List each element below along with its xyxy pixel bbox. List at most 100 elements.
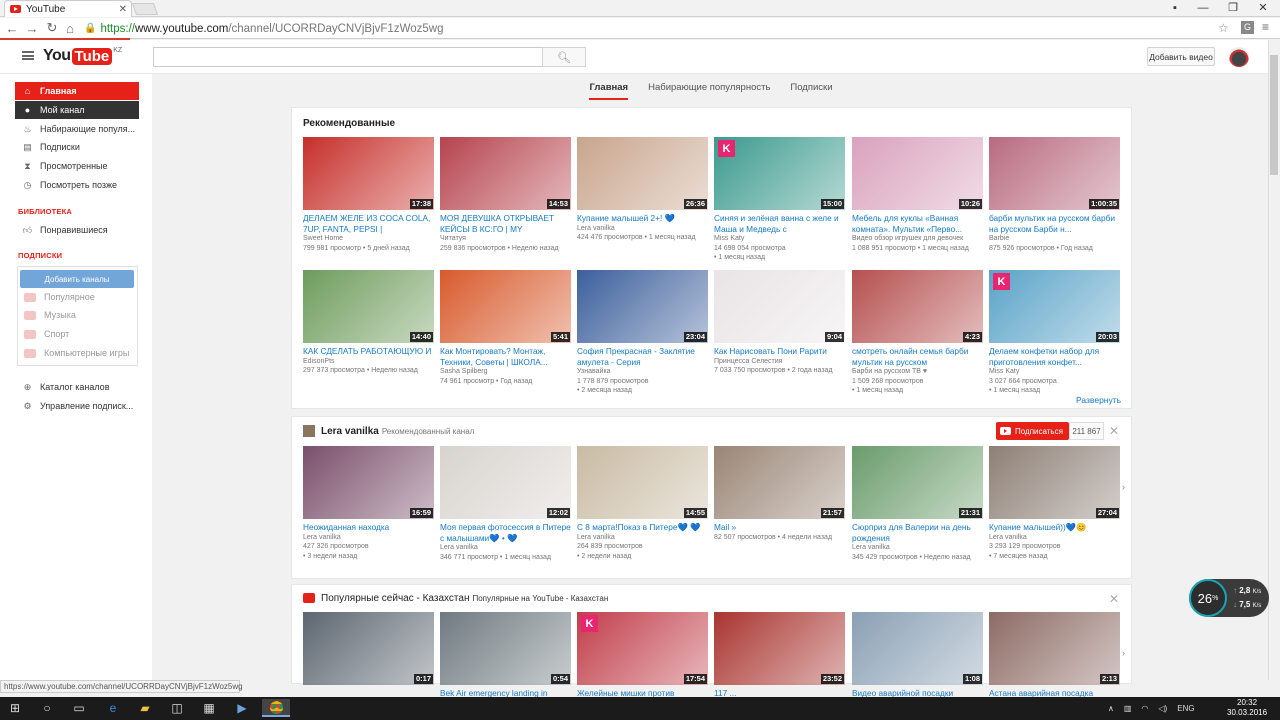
taskbar-search-icon[interactable]: ○ bbox=[38, 699, 56, 717]
channel-title[interactable]: Lera vanilka Рекомендованный канал bbox=[321, 426, 474, 437]
video-thumbnail[interactable]: 4:23 bbox=[852, 270, 983, 343]
video-tile[interactable]: 16:59 Неожиданная находка Lera vanilka 427 … bbox=[303, 446, 434, 561]
media-app-icon[interactable]: ▶ bbox=[233, 699, 251, 717]
video-tile[interactable]: 1:08 Видео аварийной посадки bbox=[852, 612, 983, 699]
video-channel[interactable]: Видео обзор игрушек для девочек bbox=[852, 234, 983, 244]
video-thumbnail[interactable]: 10:26 bbox=[852, 137, 983, 210]
video-tile[interactable]: 4:23 смотреть онлайн семья барби мультик … bbox=[852, 270, 983, 396]
video-title[interactable]: Делаем конфетки набор для приготовления … bbox=[989, 346, 1120, 367]
scrollbar-thumb[interactable] bbox=[1270, 55, 1278, 175]
video-thumbnail[interactable]: 27:04 bbox=[989, 446, 1120, 519]
video-channel[interactable]: Miss Katy bbox=[714, 234, 845, 244]
new-tab-button[interactable] bbox=[131, 3, 159, 15]
home-icon[interactable]: ⌂ bbox=[62, 20, 78, 36]
video-thumbnail[interactable]: 5:41 bbox=[440, 270, 571, 343]
video-channel[interactable]: Sweet Home bbox=[303, 234, 434, 244]
video-title[interactable]: МОЯ ДЕВУШКА ОТКРЫВАЕТ КЕЙСЫ В КС:ГО | MY bbox=[440, 213, 571, 234]
user-profile-icon[interactable]: ▪ bbox=[1161, 0, 1189, 15]
chrome-taskbar-icon[interactable] bbox=[262, 699, 290, 717]
video-tile[interactable]: 14:40 КАК СДЕЛАТЬ РАБОТАЮЩУЮ И EdisonPts 29… bbox=[303, 270, 434, 376]
tab-subscriptions[interactable]: Подписки bbox=[790, 74, 832, 100]
video-channel[interactable]: Sasha Spilberg bbox=[440, 367, 571, 377]
subscribe-button[interactable]: Подписаться bbox=[996, 422, 1069, 440]
tab-home[interactable]: Главная bbox=[589, 74, 629, 100]
search-button[interactable]: 🔍︎ bbox=[542, 47, 586, 67]
video-tile[interactable]: 12:02 Моя первая фотосессия в Питере с ма… bbox=[440, 446, 571, 562]
video-tile[interactable]: K 15:00 Синяя и зелёная ванна с желе и Маш… bbox=[714, 137, 845, 263]
video-thumbnail[interactable]: 1:00:35 bbox=[989, 137, 1120, 210]
video-title[interactable]: Купание малышей))💙😊 bbox=[989, 522, 1120, 533]
video-tile[interactable]: K 20:03 Делаем конфетки набор для приготов… bbox=[989, 270, 1120, 396]
channel-avatar[interactable] bbox=[303, 425, 315, 437]
video-thumbnail[interactable]: K 17:54 bbox=[577, 612, 708, 685]
video-channel[interactable]: Lera vanilka bbox=[577, 533, 708, 543]
video-thumbnail[interactable]: 1:08 bbox=[852, 612, 983, 685]
video-title[interactable]: КАК СДЕЛАТЬ РАБОТАЮЩУЮ И bbox=[303, 346, 434, 357]
video-tile[interactable]: 1:00:35 барби мультик на русском барби на… bbox=[989, 137, 1120, 253]
video-tile[interactable]: 14:55 С 8 марта!Показ в Питере💙 💙 Lera van… bbox=[577, 446, 708, 561]
video-channel[interactable]: Lera vanilka bbox=[440, 543, 571, 553]
minimize-button[interactable]: — bbox=[1189, 0, 1217, 15]
volume-icon[interactable]: ◁) bbox=[1158, 704, 1167, 713]
video-title[interactable]: ДЕЛАЕМ ЖЕЛЕ ИЗ COCA COLA, 7UP, FANTA, PE… bbox=[303, 213, 434, 234]
channel-name[interactable]: Lera vanilka bbox=[321, 426, 379, 437]
tab-close-icon[interactable]: ✕ bbox=[119, 4, 127, 15]
video-channel[interactable]: Lera vanilka bbox=[852, 543, 983, 553]
sidebar-item-history[interactable]: ⧗ Просмотренные bbox=[15, 157, 139, 175]
dismiss-shelf-icon[interactable]: ✕ bbox=[1109, 592, 1119, 606]
video-thumbnail[interactable]: 23:04 bbox=[577, 270, 708, 343]
back-arrow-icon[interactable]: ← bbox=[4, 20, 20, 36]
network-icon[interactable]: ▥ bbox=[1124, 704, 1132, 713]
dismiss-shelf-icon[interactable]: ✕ bbox=[1109, 424, 1119, 438]
expand-link[interactable]: Развернуть bbox=[1076, 395, 1121, 405]
wifi-icon[interactable]: ◠ bbox=[1141, 704, 1148, 713]
video-title[interactable]: Сюрприз для Валерии на день рождения bbox=[852, 522, 983, 543]
sidebar-item-watch-later[interactable]: ◷ Посмотреть позже bbox=[15, 176, 139, 194]
video-tile[interactable]: 10:26 Мебель для куклы «Ванная комната». … bbox=[852, 137, 983, 253]
video-title[interactable]: Неожиданная находка bbox=[303, 522, 434, 533]
video-thumbnail[interactable]: 26:36 bbox=[577, 137, 708, 210]
video-thumbnail[interactable]: 9:04 bbox=[714, 270, 845, 343]
tab-trending[interactable]: Набирающие популярность bbox=[648, 74, 770, 100]
video-title[interactable]: Синяя и зелёная ванна с желе и Маша и Ме… bbox=[714, 213, 845, 234]
add-channels-button[interactable]: Добавить каналы bbox=[20, 270, 134, 288]
video-thumbnail[interactable]: 16:59 bbox=[303, 446, 434, 519]
reload-icon[interactable]: ↻ bbox=[44, 20, 60, 36]
task-view-icon[interactable]: ▭ bbox=[70, 699, 88, 717]
sub-item-sport[interactable]: Спорт bbox=[24, 329, 69, 339]
video-title[interactable]: Как Нарисовать Пони Рарити bbox=[714, 346, 845, 357]
guide-menu-icon[interactable] bbox=[22, 51, 34, 60]
video-channel[interactable]: Lera vanilka bbox=[989, 533, 1120, 543]
app-icon[interactable]: ▦ bbox=[200, 699, 218, 717]
popular-title[interactable]: Популярные сейчас - Казахстан Популярные … bbox=[321, 593, 608, 604]
video-channel[interactable]: Барби на русском ТВ ♥ bbox=[852, 367, 983, 377]
input-language[interactable]: ENG bbox=[1177, 704, 1194, 713]
windows-start-icon[interactable]: ⊞ bbox=[6, 699, 24, 717]
video-thumbnail[interactable]: 0:17 bbox=[303, 612, 434, 685]
video-title[interactable]: Моя первая фотосессия в Питере с малышам… bbox=[440, 522, 571, 543]
video-tile[interactable]: K 17:54 Желейные мишки против bbox=[577, 612, 708, 699]
taskbar-clock[interactable]: 20:32 30.03.2016 bbox=[1227, 698, 1267, 718]
video-channel[interactable]: Узнавайка bbox=[577, 367, 708, 377]
url-bar[interactable]: 🔒 https://www.youtube.com/channel/UCORRD… bbox=[84, 20, 1264, 37]
video-title[interactable]: Как Монтировать? Монтаж, Техники, Советы… bbox=[440, 346, 571, 367]
video-thumbnail[interactable]: 21:31 bbox=[852, 446, 983, 519]
maximize-button[interactable]: ❐ bbox=[1219, 0, 1247, 15]
sidebar-item-subscriptions[interactable]: ▤ Подписки bbox=[15, 138, 139, 156]
close-window-button[interactable]: ✕ bbox=[1249, 0, 1277, 15]
store-icon[interactable]: ◫ bbox=[168, 699, 186, 717]
video-channel[interactable]: Читатуя bbox=[440, 234, 571, 244]
video-thumbnail[interactable]: 17:38 bbox=[303, 137, 434, 210]
edge-icon[interactable]: e bbox=[104, 699, 122, 717]
video-thumbnail[interactable]: 0:54 bbox=[440, 612, 571, 685]
video-tile[interactable]: 21:31 Сюрприз для Валерии на день рождени… bbox=[852, 446, 983, 562]
sub-item-games[interactable]: Компьютерные игры bbox=[24, 348, 129, 358]
video-tile[interactable]: 27:04 Купание малышей))💙😊 Lera vanilka 3 29… bbox=[989, 446, 1120, 561]
video-thumbnail[interactable]: 14:53 bbox=[440, 137, 571, 210]
video-title[interactable]: Mail » bbox=[714, 522, 845, 533]
video-channel[interactable]: Принцесса Селестия bbox=[714, 357, 845, 367]
video-channel[interactable]: Lera vanilka bbox=[303, 533, 434, 543]
video-thumbnail[interactable]: 12:02 bbox=[440, 446, 571, 519]
video-channel[interactable]: EdisonPts bbox=[303, 357, 434, 367]
video-tile[interactable]: 26:36 Купание малышей 2+! 💙 Lera vanilka 42… bbox=[577, 137, 708, 243]
